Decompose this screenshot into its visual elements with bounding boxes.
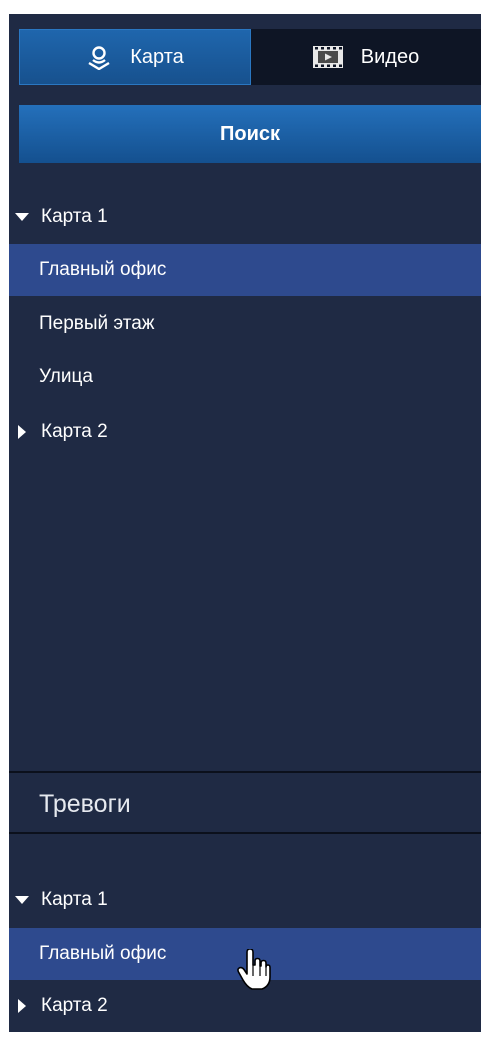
tree-item-label: Карта 2: [41, 995, 108, 1016]
tab-video-label: Видео: [360, 45, 420, 68]
alarms-divider: [9, 832, 481, 834]
search-button-label: Поиск: [219, 122, 281, 145]
tree-item-map-1[interactable]: Карта 1: [9, 191, 481, 243]
tree-item-label: Главный офис: [39, 943, 167, 964]
map-pin-icon: [86, 44, 112, 70]
tree-item-street[interactable]: Улица: [9, 351, 481, 403]
tree-item-first-floor[interactable]: Первый этаж: [9, 298, 481, 350]
caret-down-icon[interactable]: [15, 893, 29, 907]
alarms-title: Тревоги: [39, 789, 131, 818]
tree-item-label: Карта 2: [41, 421, 108, 442]
tree-item-map-2[interactable]: Карта 2: [9, 406, 481, 458]
view-tabs: Карта Видео: [19, 29, 481, 85]
caret-right-icon[interactable]: [15, 425, 29, 439]
tab-map[interactable]: Карта: [19, 29, 251, 85]
caret-down-icon[interactable]: [15, 210, 29, 224]
tree-item-label: Первый этаж: [39, 313, 155, 334]
video-film-icon: [312, 46, 343, 68]
tab-video[interactable]: Видео: [251, 29, 481, 85]
hand-pointer-cursor-icon: [237, 948, 271, 996]
alarm-tree-item-map-1[interactable]: Карта 1: [9, 874, 481, 926]
section-divider[interactable]: [9, 771, 481, 773]
search-button[interactable]: Поиск: [19, 105, 481, 163]
tree-item-label: Карта 1: [41, 206, 108, 227]
tab-map-label: Карта: [130, 45, 184, 68]
side-panel: Карта Видео Поиск Карта 1 Главный офис П…: [9, 14, 481, 1032]
caret-right-icon[interactable]: [15, 999, 29, 1013]
tree-item-label: Карта 1: [41, 889, 108, 910]
tree-item-label: Главный офис: [39, 259, 167, 280]
tree-item-label: Улица: [39, 366, 93, 387]
tree-item-main-office[interactable]: Главный офис: [9, 244, 481, 296]
